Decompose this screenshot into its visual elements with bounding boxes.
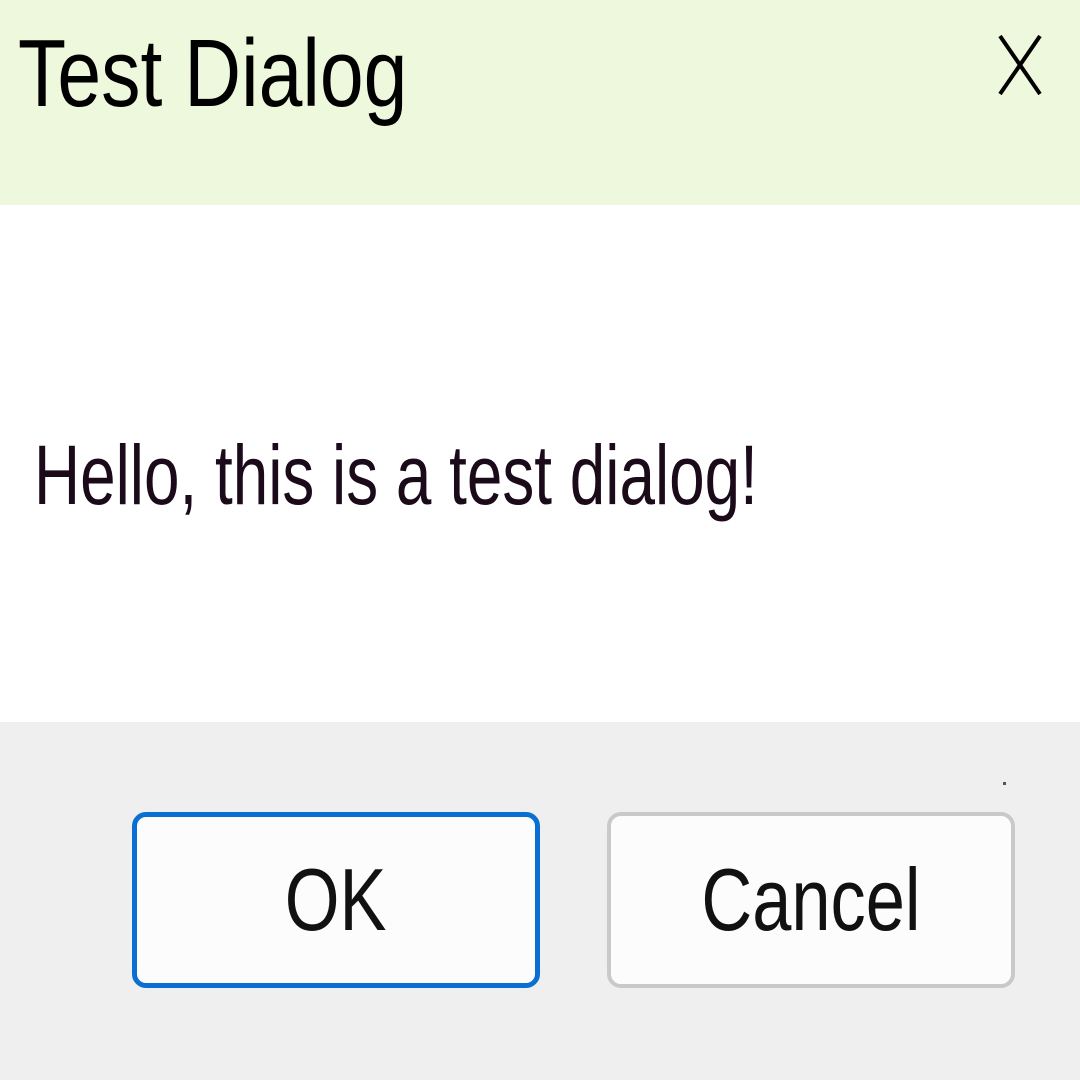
divider-dot — [1003, 782, 1006, 785]
dialog-window: Test Dialog Hello, this is a test dialog… — [0, 0, 1080, 1080]
button-bar: OK Cancel — [0, 722, 1080, 1080]
cancel-button[interactable]: Cancel — [607, 812, 1015, 988]
ok-button[interactable]: OK — [132, 812, 540, 988]
cancel-button-label: Cancel — [701, 850, 921, 949]
dialog-message: Hello, this is a test dialog! — [34, 428, 758, 522]
window-title: Test Dialog — [18, 20, 408, 127]
close-button[interactable] — [996, 30, 1044, 100]
title-bar: Test Dialog — [0, 0, 1080, 205]
ok-button-label: OK — [285, 850, 387, 949]
dialog-content: Hello, this is a test dialog! — [0, 205, 1080, 722]
close-icon — [996, 30, 1044, 100]
